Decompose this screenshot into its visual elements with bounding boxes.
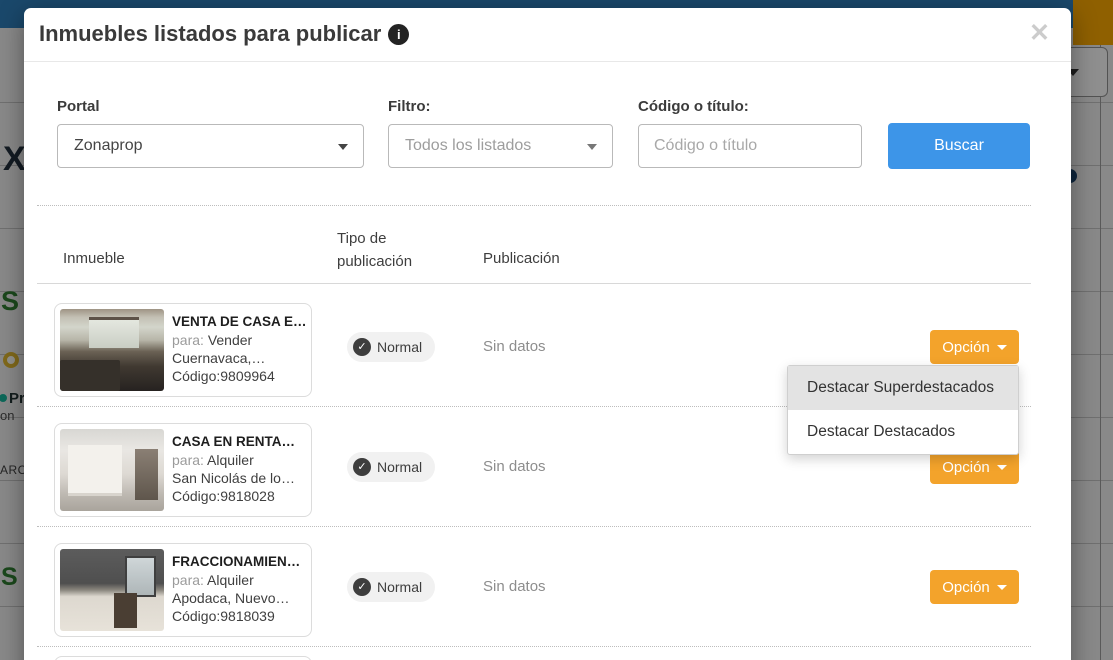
- codigo-input[interactable]: [639, 125, 861, 167]
- codigo-label: Código o título:: [638, 98, 749, 115]
- badge-label: Normal: [377, 579, 423, 595]
- opcion-button[interactable]: Opción: [930, 570, 1019, 604]
- opcion-button[interactable]: Opción: [930, 330, 1019, 364]
- property-info: VENTA DE CASA E… para: Vender Cuernavaca…: [172, 309, 306, 391]
- para-label: para:: [172, 332, 204, 348]
- property-card-partial: [54, 656, 312, 660]
- filtro-label: Filtro:: [388, 98, 431, 115]
- filtro-select[interactable]: Todos los listados: [388, 124, 613, 168]
- property-card: CASA EN RENTA… para: Alquiler San Nicolá…: [54, 423, 312, 517]
- property-thumbnail: [60, 549, 164, 631]
- property-operation: para: Alquiler: [172, 451, 306, 469]
- publication-status: Sin datos: [483, 338, 546, 355]
- property-title: CASA EN RENTA…: [172, 434, 296, 449]
- chevron-down-icon: [587, 144, 597, 150]
- operation-value: Alquiler: [207, 452, 254, 468]
- buscar-button[interactable]: Buscar: [888, 123, 1030, 169]
- operation-value: Alquiler: [207, 572, 254, 588]
- property-location: San Nicolás de lo…: [172, 470, 295, 486]
- property-card: FRACCIONAMIEN… para: Alquiler Apodaca, N…: [54, 543, 312, 637]
- property-info: CASA EN RENTA… para: Alquiler San Nicolá…: [172, 429, 306, 511]
- codigo-input-wrapper: [638, 124, 862, 168]
- inmuebles-listados-modal: Inmuebles listados para publicar i ✕ Port…: [24, 8, 1071, 660]
- close-icon[interactable]: ✕: [1029, 18, 1050, 48]
- property-card: VENTA DE CASA E… para: Vender Cuernavaca…: [54, 303, 312, 397]
- publication-status: Sin datos: [483, 578, 546, 595]
- portal-label: Portal: [57, 98, 100, 115]
- modal-title: Inmuebles listados para publicar i: [39, 21, 410, 47]
- column-header-publicacion: Publicación: [483, 250, 560, 267]
- info-icon[interactable]: i: [388, 24, 410, 45]
- row-divider: [37, 526, 1031, 527]
- publication-status: Sin datos: [483, 458, 546, 475]
- badge-label: Normal: [377, 459, 423, 475]
- property-code: Código:9809964: [172, 368, 275, 384]
- menu-item-destacar-superdestacados[interactable]: Destacar Superdestacados: [788, 366, 1018, 410]
- operation-value: Vender: [207, 332, 253, 348]
- column-header-tipo-publicacion: Tipo de publicación: [337, 230, 413, 270]
- status-badge: ✓ Normal: [347, 332, 436, 362]
- chevron-down-icon: [338, 144, 348, 150]
- check-icon: ✓: [353, 578, 371, 596]
- property-location: Apodaca, Nuevo…: [172, 590, 290, 606]
- status-badge: ✓ Normal: [347, 452, 436, 482]
- opcion-button-label: Opción: [942, 458, 990, 476]
- status-badge: ✓ Normal: [347, 572, 436, 602]
- check-icon: ✓: [353, 338, 371, 356]
- chevron-down-icon: [996, 344, 1007, 350]
- property-location: Cuernavaca,…: [172, 350, 266, 366]
- chevron-down-icon: [996, 464, 1007, 470]
- property-info: FRACCIONAMIEN… para: Alquiler Apodaca, N…: [172, 549, 306, 631]
- property-operation: para: Alquiler: [172, 571, 306, 589]
- column-header-inmueble: Inmueble: [63, 250, 125, 267]
- property-operation: para: Vender: [172, 331, 306, 349]
- row-divider: [37, 646, 1031, 647]
- modal-header: Inmuebles listados para publicar i ✕: [24, 8, 1071, 62]
- property-thumbnail: [60, 429, 164, 511]
- opcion-button[interactable]: Opción: [930, 450, 1019, 484]
- portal-select-value: Zonaprop: [74, 137, 143, 154]
- property-title: FRACCIONAMIEN…: [172, 554, 301, 569]
- para-label: para:: [172, 452, 204, 468]
- thumbnail-watermark: [119, 595, 133, 605]
- property-title: VENTA DE CASA E…: [172, 314, 306, 329]
- badge-label: Normal: [377, 339, 423, 355]
- para-label: para:: [172, 572, 204, 588]
- property-code: Código:9818039: [172, 608, 275, 624]
- menu-item-destacar-destacados[interactable]: Destacar Destacados: [788, 410, 1018, 454]
- modal-title-text: Inmuebles listados para publicar: [39, 21, 382, 46]
- screen: X S Pr on ARC S Inmuebles listados para …: [0, 0, 1113, 660]
- opcion-dropdown-menu: Destacar Superdestacados Destacar Destac…: [787, 365, 1019, 455]
- table-row: FRACCIONAMIEN… para: Alquiler Apodaca, N…: [24, 535, 1071, 655]
- chevron-down-icon: [996, 584, 1007, 590]
- portal-select[interactable]: Zonaprop: [57, 124, 364, 168]
- property-code: Código:9818028: [172, 488, 275, 504]
- filtro-select-value: Todos los listados: [405, 137, 532, 154]
- header-divider: [37, 283, 1031, 284]
- property-thumbnail: [60, 309, 164, 391]
- opcion-button-label: Opción: [942, 338, 990, 356]
- divider: [37, 205, 1031, 206]
- opcion-button-label: Opción: [942, 578, 990, 596]
- check-icon: ✓: [353, 458, 371, 476]
